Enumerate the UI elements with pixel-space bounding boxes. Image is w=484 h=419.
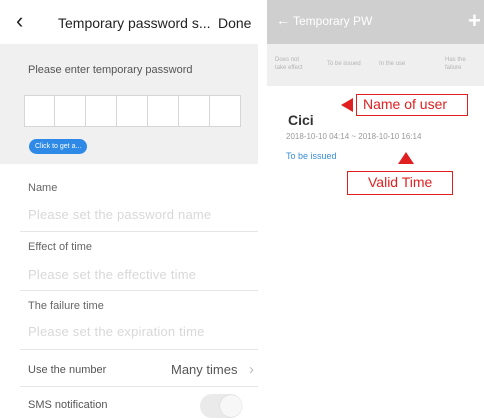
failure-time-input[interactable]: Please set the expiration time xyxy=(28,324,205,339)
password-digit-box[interactable] xyxy=(179,95,210,127)
password-digit-boxes[interactable] xyxy=(24,95,241,127)
tab-in-use[interactable]: In the use xyxy=(379,60,405,68)
arrow-left-icon[interactable]: ← xyxy=(276,12,290,28)
password-digit-box[interactable] xyxy=(117,95,148,127)
name-input[interactable]: Please set the password name xyxy=(28,207,211,222)
annotation-time-label: Valid Time xyxy=(368,174,433,190)
sms-notification-label: SMS notification xyxy=(28,399,108,411)
user-name: Cici xyxy=(288,112,314,128)
annotation-arrow-up-icon xyxy=(398,152,414,164)
get-password-button[interactable]: Click to get a... xyxy=(29,139,88,154)
nav-bar: ‹ Temporary password s... Done xyxy=(0,0,258,44)
password-digit-box[interactable] xyxy=(24,95,55,127)
nav-bar: ← Temporary PW + xyxy=(267,0,484,44)
temporary-pw-list-screen: ← Temporary PW + Does not take effect To… xyxy=(267,0,484,419)
plus-icon[interactable]: + xyxy=(468,8,481,34)
annotation-arrow-left-icon xyxy=(341,98,353,112)
page-title: Temporary PW xyxy=(293,14,373,28)
status-label: To be issued xyxy=(286,151,337,161)
valid-time-range: 2018-10-10 04:14 ~ 2018-10-10 16:14 xyxy=(286,132,422,141)
chevron-right-icon[interactable]: › xyxy=(249,361,254,378)
toggle-knob[interactable] xyxy=(220,395,242,417)
tab-to-be-issued[interactable]: To be issued xyxy=(327,60,361,68)
password-digit-box[interactable] xyxy=(210,95,241,127)
divider xyxy=(20,290,258,291)
annotation-name-label: Name of user xyxy=(363,96,448,112)
temporary-password-settings-screen: ‹ Temporary password s... Done Please en… xyxy=(0,0,258,419)
use-number-label: Use the number xyxy=(28,364,107,376)
password-entry-panel: Please enter temporary password Click to… xyxy=(0,44,258,164)
effect-time-input[interactable]: Please set the effective time xyxy=(28,267,196,282)
status-tabs: Does not take effect To be issued In the… xyxy=(267,44,484,86)
done-button[interactable]: Done xyxy=(218,15,251,31)
divider xyxy=(20,231,258,232)
chevron-left-icon[interactable]: ‹ xyxy=(16,10,23,32)
use-number-value[interactable]: Many times xyxy=(171,362,237,377)
divider xyxy=(20,386,258,387)
tab-failed[interactable]: Has the failure xyxy=(445,56,475,72)
page-title: Temporary password s... xyxy=(58,15,211,31)
tab-not-effective[interactable]: Does not take effect xyxy=(275,56,311,72)
password-hint: Please enter temporary password xyxy=(28,64,193,76)
divider xyxy=(20,349,258,350)
password-digit-box[interactable] xyxy=(55,95,86,127)
name-label: Name xyxy=(28,182,58,194)
effect-time-label: Effect of time xyxy=(28,241,92,253)
password-digit-box[interactable] xyxy=(148,95,179,127)
failure-time-label: The failure time xyxy=(28,300,104,312)
password-digit-box[interactable] xyxy=(86,95,117,127)
